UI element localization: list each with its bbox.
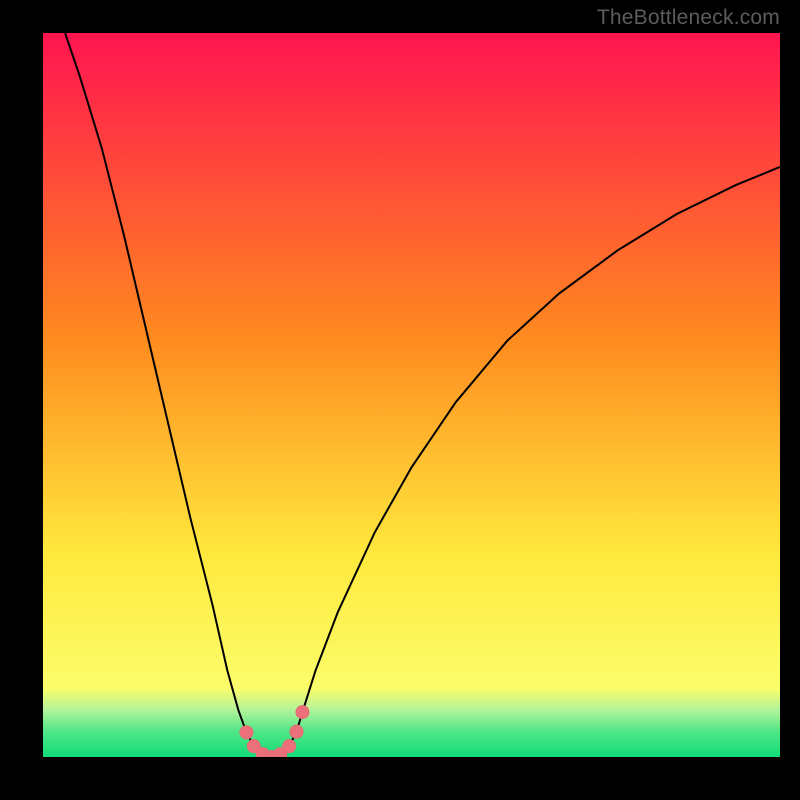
chart-plot-area [43,33,780,757]
curve-marker [290,725,303,738]
curve-marker [240,726,253,739]
watermark-text-top: TheBottleneck.com [597,6,780,30]
curve-marker [283,740,296,753]
chart-curve-layer [43,33,780,757]
bottleneck-curve [65,33,780,757]
frame-left [0,0,43,800]
curve-markers [240,706,309,757]
frame-right [780,0,800,800]
frame-bottom [0,757,800,800]
curve-marker [296,706,309,719]
